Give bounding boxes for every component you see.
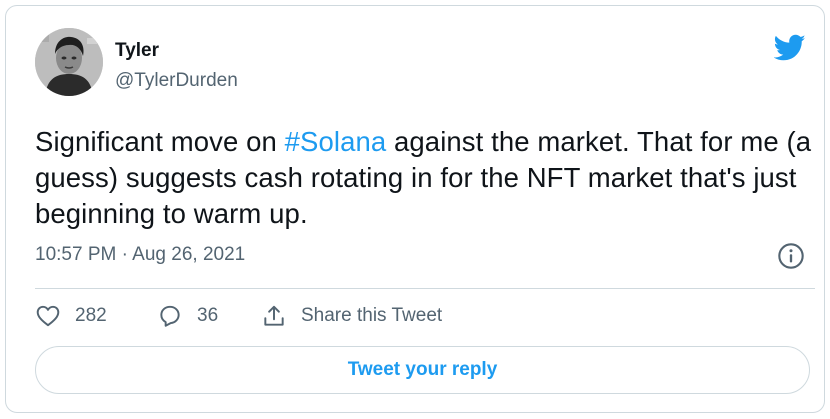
- share-icon: [264, 305, 284, 326]
- avatar-image: [35, 28, 103, 96]
- like-count: 282: [75, 305, 107, 326]
- tweet-timestamp[interactable]: 10:57 PM · Aug 26, 2021: [35, 244, 245, 266]
- reply-count: 36: [197, 305, 219, 326]
- share-button[interactable]: Share this Tweet: [261, 302, 442, 330]
- tweet-text-part-1: Significant move on: [35, 126, 285, 157]
- reply-button[interactable]: 36: [157, 302, 218, 330]
- tweet-your-reply-button[interactable]: Tweet your reply: [35, 346, 810, 394]
- share-label: Share this Tweet: [301, 305, 443, 326]
- heart-icon: [36, 305, 60, 327]
- display-name[interactable]: Tyler: [115, 40, 159, 62]
- info-icon[interactable]: [777, 242, 805, 270]
- tweet-card: Tyler @TylerDurden Significant move on #…: [5, 5, 825, 413]
- hashtag-link[interactable]: #Solana: [285, 126, 387, 157]
- avatar[interactable]: [35, 28, 103, 96]
- like-button[interactable]: 282: [35, 302, 107, 330]
- twitter-bird-icon[interactable]: [774, 34, 806, 62]
- divider: [35, 288, 815, 289]
- tweet-text: Significant move on #Solana against the …: [35, 124, 815, 232]
- reply-bubble-icon: [160, 305, 180, 327]
- user-handle[interactable]: @TylerDurden: [115, 70, 238, 92]
